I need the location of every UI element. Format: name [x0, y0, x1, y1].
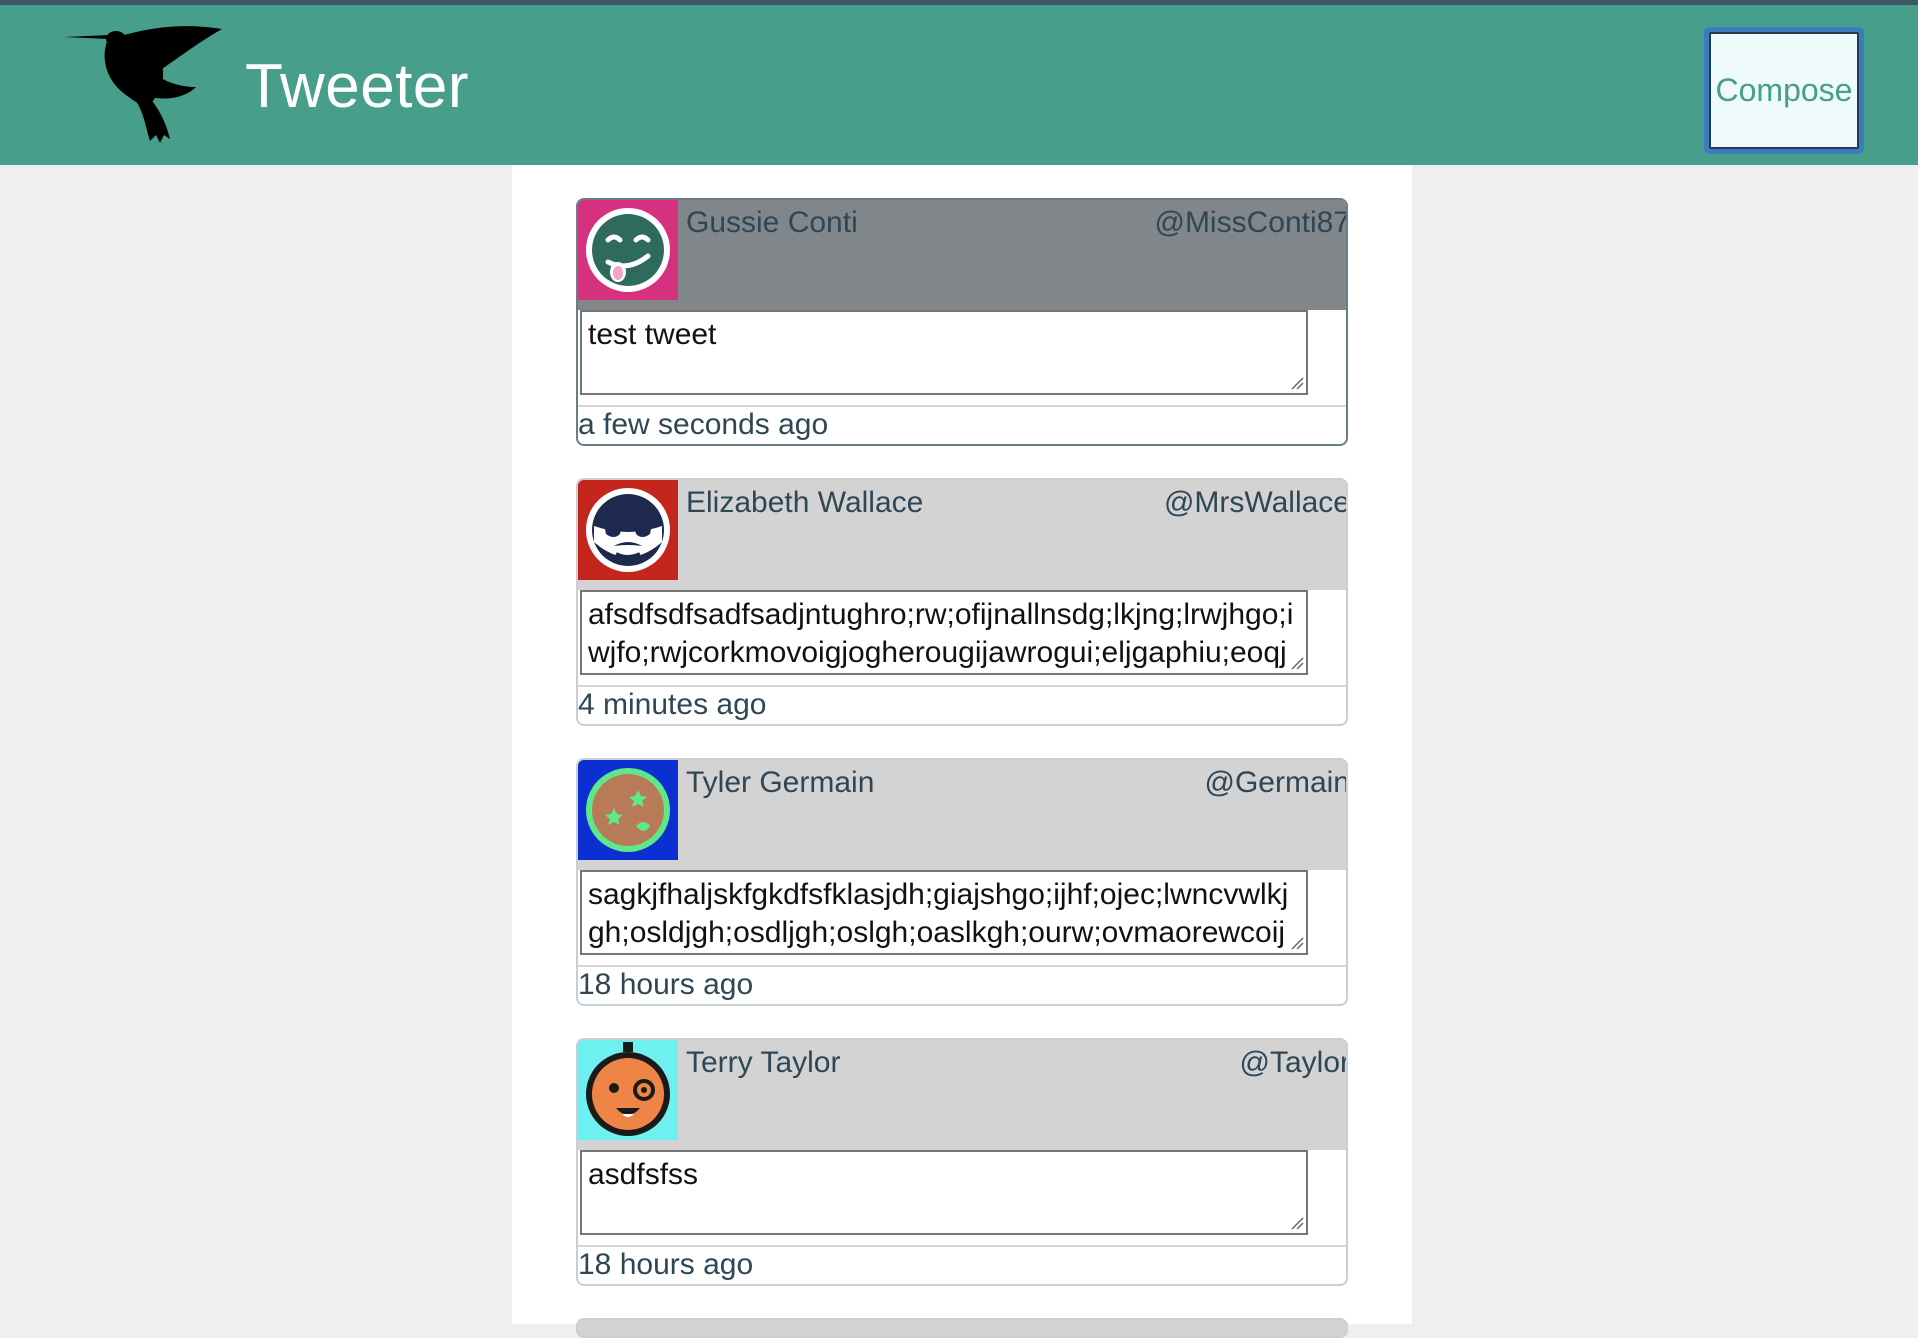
tweet-text-area[interactable]: afsdfsdfsadfsadjntughro;rw;ofijnallnsdg;… — [580, 590, 1308, 675]
tweet-header: Tyler Germain @Germain — [578, 760, 1347, 870]
avatar — [578, 760, 678, 860]
compose-button[interactable]: Compose — [1704, 27, 1864, 154]
tongue-out-face-icon — [578, 200, 678, 300]
tweet-card: Elizabeth Wallace @MrsWallace afsdfsdfsa… — [576, 478, 1348, 726]
tweet-text-area[interactable]: sagkjfhaljskfgkdfsfklasjdh;giajshgo;ijhf… — [580, 870, 1308, 955]
resize-grip-icon[interactable] — [1290, 1216, 1304, 1230]
resize-grip-icon[interactable] — [1290, 376, 1304, 390]
tweet-header: Gussie Conti @MissConti87 — [578, 200, 1346, 310]
divider — [578, 965, 1346, 967]
hummingbird-logo-icon — [64, 25, 224, 143]
app-title: Tweeter — [245, 52, 470, 121]
tweet-feed: Gussie Conti @MissConti87 test tweet a f… — [512, 165, 1412, 1338]
tweet-timestamp: 18 hours ago — [578, 968, 754, 1001]
tweet-card: Terry Taylor @Taylor asdfsfss 18 hours a… — [576, 1038, 1348, 1286]
user-handle[interactable]: @Germain — [1205, 766, 1347, 800]
tweet-header: Elizabeth Wallace @MrsWallace — [578, 480, 1346, 590]
sunglasses-mustache-face-icon — [578, 480, 678, 580]
app-header: Tweeter Compose — [0, 5, 1918, 165]
tweet-header: Terry Taylor @Taylor — [578, 1040, 1346, 1150]
user-name[interactable]: Gussie Conti — [686, 206, 858, 240]
user-handle[interactable]: @MrsWallace — [1164, 486, 1346, 520]
avatar — [578, 200, 678, 300]
tweet-card: Gussie Conti @MissConti87 test tweet a f… — [576, 198, 1348, 446]
divider — [578, 685, 1346, 687]
divider — [578, 405, 1346, 407]
tweet-card: Tyler Germain @Germain sagkjfhaljskfgkdf… — [576, 758, 1348, 1006]
user-handle[interactable]: @MissConti87 — [1154, 206, 1346, 240]
tweet-timestamp: 4 minutes ago — [578, 688, 767, 721]
monocle-face-icon — [578, 1040, 678, 1140]
user-name[interactable]: Terry Taylor — [686, 1046, 840, 1080]
avatar — [578, 480, 678, 580]
tweet-text-area[interactable]: test tweet — [580, 310, 1308, 395]
user-name[interactable]: Elizabeth Wallace — [686, 486, 923, 520]
tweet-text-area[interactable]: asdfsfss — [580, 1150, 1308, 1235]
star-eyes-face-icon — [578, 760, 678, 860]
resize-grip-icon[interactable] — [1290, 656, 1304, 670]
tweet-timestamp: 18 hours ago — [578, 1248, 754, 1281]
user-handle[interactable]: @Taylor — [1240, 1046, 1346, 1080]
tweet-card-partial — [576, 1318, 1348, 1338]
resize-grip-icon[interactable] — [1290, 936, 1304, 950]
avatar — [578, 1040, 678, 1140]
divider — [578, 1245, 1346, 1247]
tweet-timestamp: a few seconds ago — [578, 408, 829, 441]
user-name[interactable]: Tyler Germain — [686, 766, 874, 800]
